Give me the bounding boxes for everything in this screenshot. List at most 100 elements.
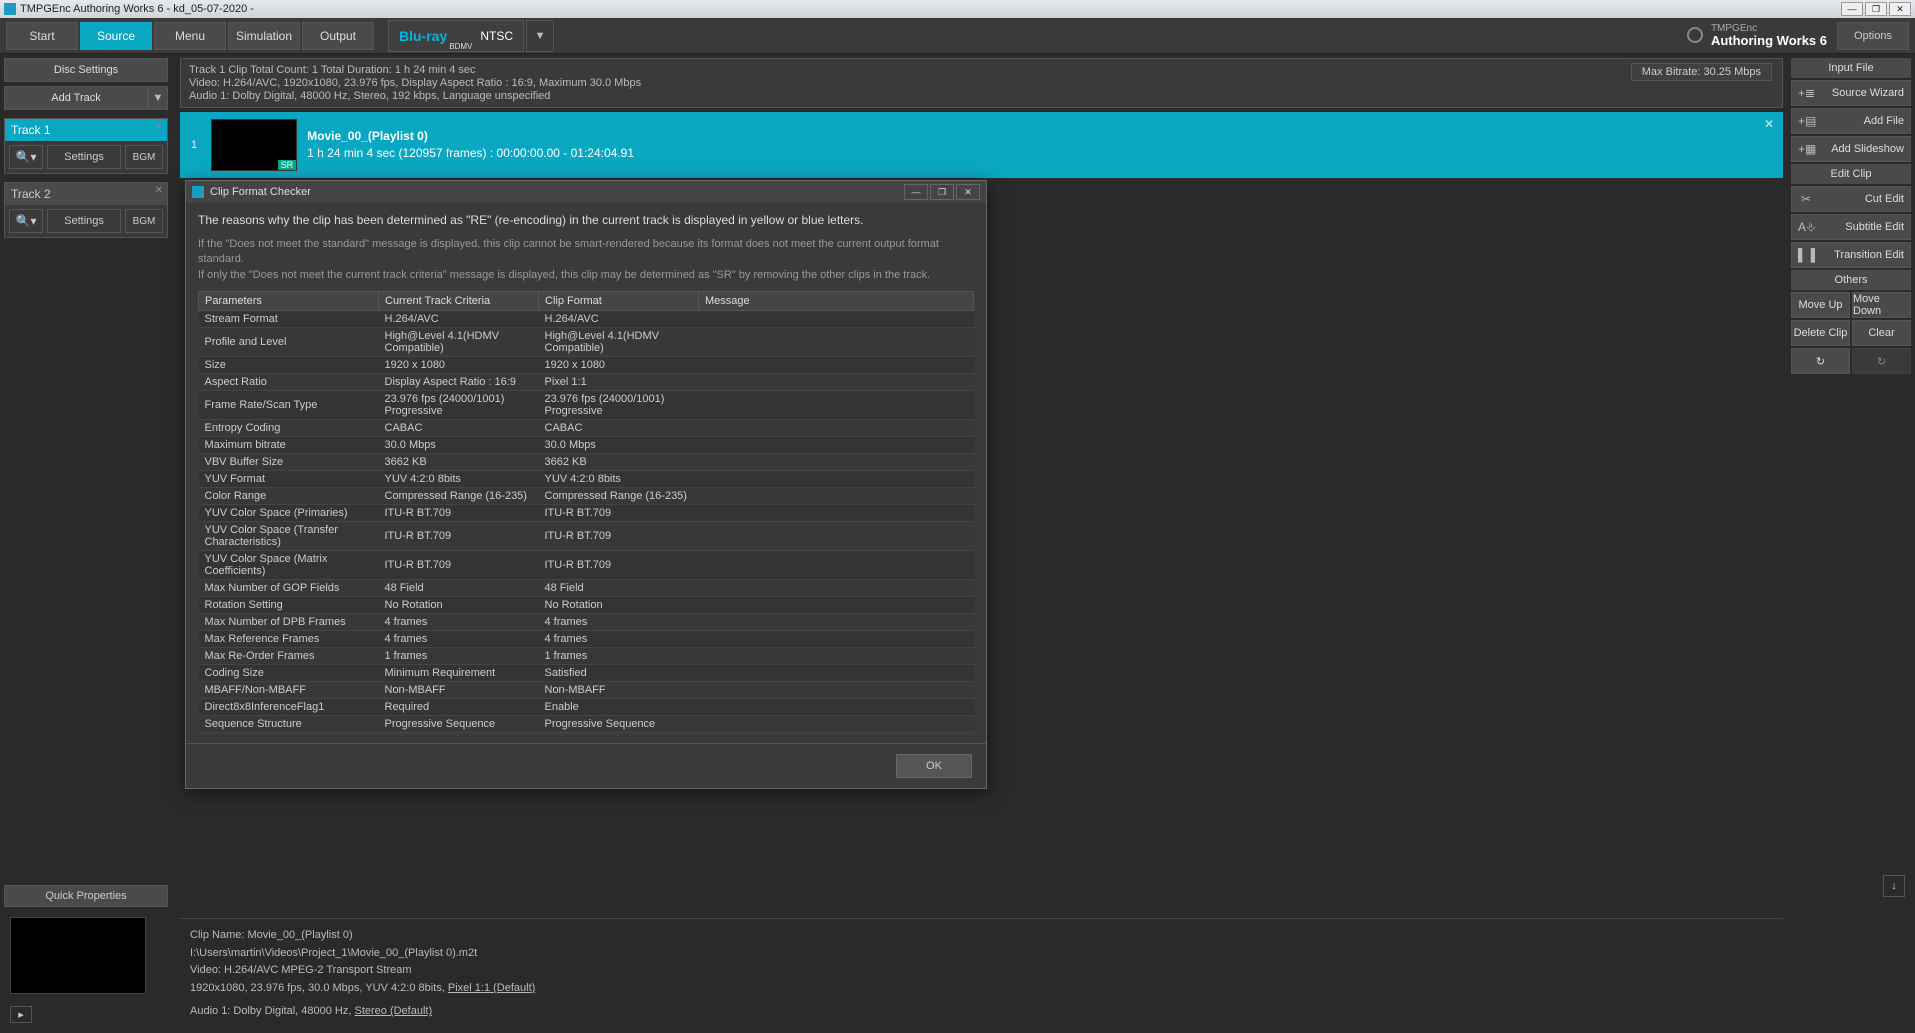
max-bitrate-badge: Max Bitrate: 30.25 Mbps: [1631, 63, 1772, 81]
dialog-icon: [192, 186, 204, 198]
scissors-icon: ✂: [1798, 192, 1814, 206]
transition-icon: ▌▐: [1798, 248, 1814, 262]
dialog-maximize-button[interactable]: ❐: [930, 184, 954, 200]
track-close-icon[interactable]: ✕: [155, 185, 163, 196]
table-row: YUV Color Space (Primaries)ITU-R BT.709I…: [199, 505, 974, 522]
track-settings-button[interactable]: Settings: [47, 209, 121, 233]
dialog-minimize-button[interactable]: —: [904, 184, 928, 200]
subtitle-edit-button[interactable]: A⎀Subtitle Edit: [1791, 214, 1911, 240]
table-row: MBAFF/Non-MBAFFNon-MBAFFNon-MBAFF: [199, 682, 974, 699]
format-brand: Blu-ray: [399, 29, 447, 43]
refresh-button[interactable]: ↻: [1791, 348, 1850, 374]
track-body: 🔍▾ Settings BGM: [5, 205, 167, 237]
table-row: Max Number of GOP Fields48 Field48 Field: [199, 580, 974, 597]
move-down-button[interactable]: Move Down: [1852, 292, 1911, 318]
section-others: Others: [1791, 270, 1911, 290]
nav-menu[interactable]: Menu: [154, 22, 226, 50]
ok-button[interactable]: OK: [896, 754, 972, 778]
track-close-icon[interactable]: ✕: [155, 121, 163, 132]
clip-index: 1: [191, 139, 197, 151]
table-row: Frame Rate/Scan Type23.976 fps (24000/10…: [199, 391, 974, 420]
audio-channel-link[interactable]: Stereo (Default): [354, 1005, 432, 1017]
format-dropdown[interactable]: ▼: [526, 20, 554, 52]
cut-edit-button[interactable]: ✂Cut Edit: [1791, 186, 1911, 212]
track-card-1[interactable]: Track 1 ✕ 🔍▾ Settings BGM: [4, 118, 168, 174]
col-criteria: Current Track Criteria: [379, 292, 539, 311]
dialog-window-controls: — ❐ ✕: [904, 184, 980, 200]
format-indicator[interactable]: Blu-ray BDMV NTSC: [388, 20, 524, 52]
transition-edit-button[interactable]: ▌▐Transition Edit: [1791, 242, 1911, 268]
refresh-icon: ↻: [1877, 355, 1886, 368]
track-bgm-button[interactable]: BGM: [125, 145, 163, 169]
format-region: NTSC: [480, 29, 513, 43]
table-row: Profile and LevelHigh@Level 4.1(HDMV Com…: [199, 328, 974, 357]
qi-audio: Audio 1: Dolby Digital, 48000 Hz, Stereo…: [190, 1003, 1773, 1021]
table-row: Coding SizeMinimum RequirementSatisfied: [199, 665, 974, 682]
clip-close-icon[interactable]: ✕: [1764, 117, 1774, 131]
nav-start[interactable]: Start: [6, 22, 78, 50]
qi-video-detail: 1920x1080, 23.976 fps, 30.0 Mbps, YUV 4:…: [190, 980, 1773, 998]
dialog-body: The reasons why the clip has been determ…: [186, 203, 986, 743]
preview-thumbnail: [10, 917, 146, 994]
delete-clip-button[interactable]: Delete Clip: [1791, 320, 1850, 346]
smart-render-badge: SR: [278, 160, 297, 170]
section-input-file: Input File: [1791, 58, 1911, 78]
clip-subtitle: 1 h 24 min 4 sec (120957 frames) : 00:00…: [307, 145, 634, 162]
disc-settings-button[interactable]: Disc Settings: [4, 58, 168, 82]
titlebar: TMPGEnc Authoring Works 6 - kd_05-07-202…: [0, 0, 1915, 18]
add-track-button[interactable]: Add Track: [4, 86, 148, 110]
track-zoom-button[interactable]: 🔍▾: [9, 209, 43, 233]
scroll-down-button[interactable]: ↓: [1883, 875, 1905, 897]
minimize-button[interactable]: —: [1841, 2, 1863, 16]
track-card-2[interactable]: Track 2 ✕ 🔍▾ Settings BGM: [4, 182, 168, 238]
table-row: Color RangeCompressed Range (16-235)Comp…: [199, 488, 974, 505]
quick-properties-header[interactable]: Quick Properties: [4, 885, 168, 907]
track-zoom-button[interactable]: 🔍▾: [9, 145, 43, 169]
dialog-titlebar[interactable]: Clip Format Checker — ❐ ✕: [186, 181, 986, 203]
qi-clipname: Clip Name: Movie_00_(Playlist 0): [190, 927, 1773, 945]
table-row: Aspect RatioDisplay Aspect Ratio : 16:9P…: [199, 374, 974, 391]
table-row: Direct8x8InferenceFlag1RequiredEnable: [199, 699, 974, 716]
clip-thumbnail: SR: [211, 119, 297, 171]
add-slideshow-button[interactable]: +▦Add Slideshow: [1791, 136, 1911, 162]
track-name: Track 2: [11, 187, 51, 201]
table-row: Stream FormatH.264/AVCH.264/AVC: [199, 311, 974, 328]
nav-source[interactable]: Source: [80, 22, 152, 50]
subtitle-icon: A⎀: [1798, 220, 1814, 235]
format-table: Parameters Current Track Criteria Clip F…: [198, 291, 974, 733]
track-settings-button[interactable]: Settings: [47, 145, 121, 169]
add-file-button[interactable]: +▤Add File: [1791, 108, 1911, 134]
refresh-icon: ↻: [1816, 355, 1825, 368]
track-bgm-button[interactable]: BGM: [125, 209, 163, 233]
quick-info: Clip Name: Movie_00_(Playlist 0) I:\User…: [180, 918, 1783, 1029]
table-row: Size1920 x 10801920 x 1080: [199, 357, 974, 374]
source-wizard-button[interactable]: +≣Source Wizard: [1791, 80, 1911, 106]
nav-simulation[interactable]: Simulation: [228, 22, 300, 50]
track-name: Track 1: [11, 123, 51, 137]
close-button[interactable]: ✕: [1889, 2, 1911, 16]
summary-line-3: Audio 1: Dolby Digital, 48000 Hz, Stereo…: [189, 90, 1774, 102]
maximize-button[interactable]: ❐: [1865, 2, 1887, 16]
clip-row[interactable]: 1 SR Movie_00_(Playlist 0) 1 h 24 min 4 …: [180, 112, 1783, 178]
file-icon: +▤: [1798, 114, 1814, 128]
format-sub: BDMV: [449, 42, 472, 51]
brand-logo-icon: [1687, 27, 1703, 43]
add-track-dropdown[interactable]: ▼: [148, 86, 168, 110]
clip-info: Movie_00_(Playlist 0) 1 h 24 min 4 sec (…: [307, 128, 634, 162]
play-button[interactable]: ▸: [10, 1006, 32, 1023]
move-up-button[interactable]: Move Up: [1791, 292, 1850, 318]
slideshow-icon: +▦: [1798, 142, 1814, 156]
table-row: YUV Color Space (Matrix Coefficients)ITU…: [199, 551, 974, 580]
dialog-close-button[interactable]: ✕: [956, 184, 980, 200]
top-toolbar: Start Source Menu Simulation Output Blu-…: [0, 18, 1915, 54]
left-panel: Disc Settings Add Track ▼ Track 1 ✕ 🔍▾ S…: [0, 54, 172, 1033]
clear-button[interactable]: Clear: [1852, 320, 1911, 346]
options-button[interactable]: Options: [1837, 22, 1909, 50]
pixel-aspect-link[interactable]: Pixel 1:1 (Default): [448, 982, 535, 994]
table-row: Rotation SettingNo RotationNo Rotation: [199, 597, 974, 614]
refresh-button-2[interactable]: ↻: [1852, 348, 1911, 374]
dialog-title: Clip Format Checker: [210, 186, 311, 198]
qi-path: I:\Users\martin\Videos\Project_1\Movie_0…: [190, 945, 1773, 963]
window-controls: — ❐ ✕: [1841, 2, 1911, 16]
nav-output[interactable]: Output: [302, 22, 374, 50]
